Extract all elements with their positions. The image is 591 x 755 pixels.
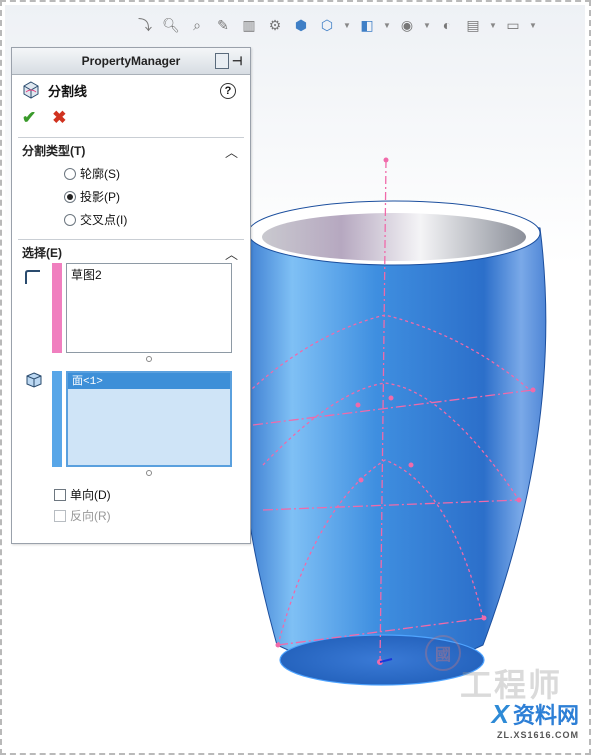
selections-heading[interactable]: 选择(E) <box>18 240 244 264</box>
radio-label: 投影(P) <box>80 190 120 204</box>
checkbox-label: 反向(R) <box>70 509 111 523</box>
site-url: ZL.XS1616.COM <box>496 730 579 740</box>
feature-title-row: 分割线 <box>12 75 250 105</box>
split-type-section: 分割类型(T) ︿ 轮廓(S) 投影(P) 交叉点(I) <box>18 137 244 231</box>
radio-button-selected[interactable] <box>64 190 76 203</box>
face-color-bar <box>52 371 62 467</box>
sketch-color-bar <box>52 263 62 353</box>
ok-button[interactable]: ✔ <box>22 108 36 128</box>
watermark-seal: 國 <box>425 635 461 671</box>
face-selection-item[interactable]: 面<1> <box>68 373 230 389</box>
sketch-selection-icon <box>25 270 40 284</box>
cup-inner-wall <box>262 213 526 261</box>
property-manager-title: PropertyManager <box>81 54 181 68</box>
property-manager-header: PropertyManager ⊣ <box>12 48 250 75</box>
site-name: 资料网 <box>512 703 579 728</box>
site-logo: X 资料网 ZL.XS1616.COM <box>491 698 579 741</box>
sketch-selection-item[interactable]: 草图2 <box>67 264 231 285</box>
property-manager-panel: PropertyManager ⊣ 分割线 ? ✔ ✖ 分割类型(T) ︿ 轮廓… <box>11 47 251 544</box>
split-line-icon <box>23 81 39 99</box>
radio-silhouette[interactable]: 轮廓(S) <box>18 162 244 185</box>
radio-intersection[interactable]: 交叉点(I) <box>18 208 244 231</box>
radio-projection[interactable]: 投影(P) <box>18 185 244 208</box>
selections-section: 选择(E) ︿ 草图2 面<1> 单向(D) 反向(R) <box>18 239 244 539</box>
chevron-up-icon[interactable]: ︿ <box>225 142 238 161</box>
cancel-button[interactable]: ✖ <box>52 108 66 128</box>
face-selection-icon <box>26 372 42 388</box>
split-type-heading[interactable]: 分割类型(T) <box>18 138 244 162</box>
radio-button[interactable] <box>64 213 76 226</box>
face-selection-box[interactable]: 面<1> <box>66 371 232 467</box>
resize-handle[interactable] <box>146 356 152 362</box>
radio-button[interactable] <box>64 167 76 180</box>
checkbox-box <box>54 509 66 522</box>
logo-mark-icon: X <box>491 698 509 729</box>
single-direction-checkbox[interactable]: 单向(D) <box>54 486 111 503</box>
radio-label: 轮廓(S) <box>80 167 120 181</box>
reverse-direction-checkbox: 反向(R) <box>54 507 111 524</box>
checkbox-box[interactable] <box>54 488 66 501</box>
panel-layout-icon[interactable] <box>215 53 229 69</box>
feature-title: 分割线 <box>48 83 88 99</box>
cup-outer-surface <box>236 216 547 671</box>
help-icon[interactable]: ? <box>220 83 236 99</box>
resize-handle[interactable] <box>146 470 152 476</box>
sketch-selection-box[interactable]: 草图2 <box>66 263 232 353</box>
pin-icon[interactable]: ⊣ <box>232 53 246 69</box>
checkbox-label: 单向(D) <box>70 488 111 502</box>
ok-cancel-row: ✔ ✖ <box>12 105 250 131</box>
chevron-up-icon[interactable]: ︿ <box>225 244 238 263</box>
radio-label: 交叉点(I) <box>80 213 128 227</box>
